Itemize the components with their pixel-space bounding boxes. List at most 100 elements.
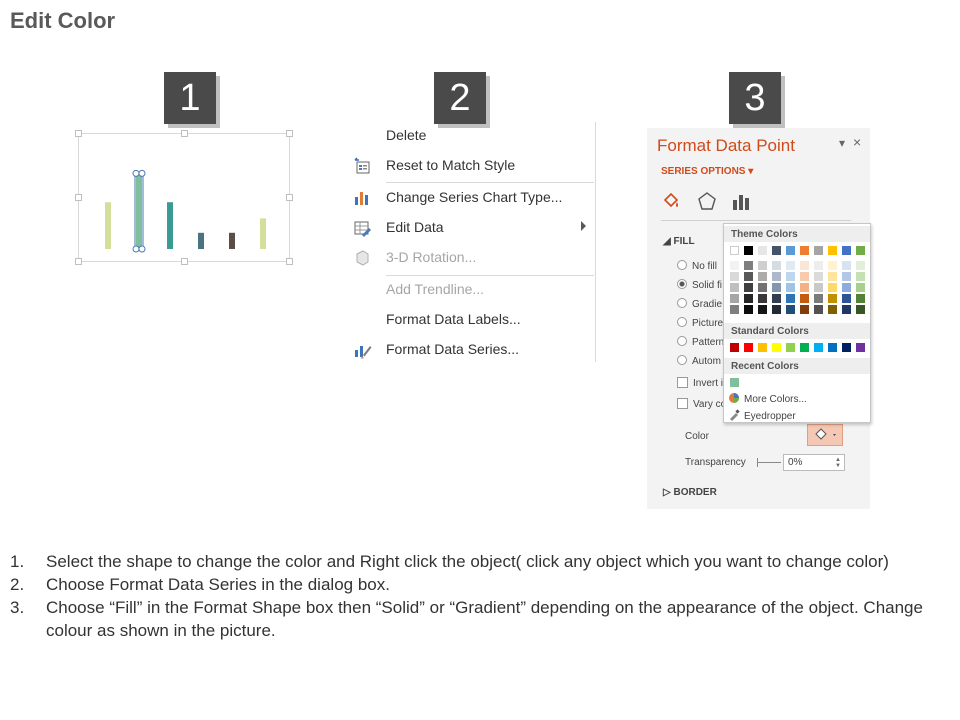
chart-bar[interactable]	[136, 173, 142, 249]
menu-item-format-data-labels[interactable]: Format Data Labels...	[348, 306, 594, 334]
color-swatch[interactable]	[828, 246, 837, 255]
selection-handle[interactable]	[138, 245, 146, 253]
color-swatch[interactable]	[842, 305, 851, 314]
color-swatch[interactable]	[744, 261, 753, 270]
color-swatch[interactable]	[800, 283, 809, 292]
color-swatch[interactable]	[856, 283, 865, 292]
color-swatch[interactable]	[828, 305, 837, 314]
vary-colors-checkbox[interactable]: Vary co	[677, 398, 726, 410]
color-swatch[interactable]	[800, 272, 809, 281]
color-swatch[interactable]	[814, 343, 823, 352]
selection-handle[interactable]	[138, 169, 146, 177]
pane-options-dropdown-icon[interactable]: ▾	[839, 136, 845, 150]
effects-tab-icon[interactable]	[695, 190, 719, 214]
color-swatch[interactable]	[744, 246, 753, 255]
close-icon[interactable]: ×	[853, 134, 861, 150]
color-swatch[interactable]	[814, 305, 823, 314]
color-swatch[interactable]	[800, 305, 809, 314]
chart-bar[interactable]	[198, 232, 204, 249]
spin-arrows-icon[interactable]: ▲ ▼	[835, 457, 841, 469]
fill-color-button[interactable]	[807, 424, 843, 446]
color-swatch[interactable]	[758, 246, 767, 255]
menu-item-edit-data[interactable]: Edit Data	[348, 214, 594, 242]
menu-item-delete[interactable]: Delete	[348, 122, 594, 150]
color-swatch[interactable]	[772, 246, 781, 255]
color-swatch[interactable]	[730, 378, 739, 387]
color-swatch[interactable]	[828, 272, 837, 281]
more-colors-link[interactable]: More Colors...	[728, 392, 807, 405]
color-swatch[interactable]	[772, 283, 781, 292]
color-swatch[interactable]	[856, 261, 865, 270]
color-swatch[interactable]	[800, 343, 809, 352]
color-swatch[interactable]	[800, 294, 809, 303]
color-swatch[interactable]	[828, 283, 837, 292]
color-swatch[interactable]	[758, 305, 767, 314]
color-swatch[interactable]	[758, 343, 767, 352]
menu-item-reset-style[interactable]: Reset to Match Style	[348, 152, 594, 180]
color-swatch[interactable]	[814, 261, 823, 270]
selected-chart-area[interactable]	[75, 130, 293, 265]
color-swatch[interactable]	[786, 305, 795, 314]
color-swatch[interactable]	[786, 343, 795, 352]
fill-option-picture[interactable]: Picture	[677, 317, 723, 329]
color-swatch[interactable]	[772, 305, 781, 314]
color-swatch[interactable]	[758, 294, 767, 303]
chart-bar[interactable]	[229, 232, 235, 249]
color-swatch[interactable]	[758, 272, 767, 281]
color-swatch[interactable]	[856, 305, 865, 314]
color-swatch[interactable]	[772, 343, 781, 352]
color-swatch[interactable]	[786, 283, 795, 292]
transparency-slider[interactable]	[757, 462, 781, 463]
series-options-tab-icon[interactable]	[729, 190, 753, 214]
fill-option-pattern[interactable]: Pattern	[677, 336, 724, 348]
color-swatch[interactable]	[842, 294, 851, 303]
color-swatch[interactable]	[842, 272, 851, 281]
color-swatch[interactable]	[856, 294, 865, 303]
color-swatch[interactable]	[828, 261, 837, 270]
selection-handle[interactable]	[132, 245, 140, 253]
transparency-input[interactable]: 0% ▲ ▼	[783, 454, 845, 471]
color-swatch[interactable]	[814, 246, 823, 255]
color-swatch[interactable]	[786, 261, 795, 270]
color-swatch[interactable]	[758, 261, 767, 270]
chart-bar[interactable]	[105, 202, 111, 249]
color-swatch[interactable]	[856, 246, 865, 255]
color-swatch[interactable]	[842, 343, 851, 352]
color-swatch[interactable]	[772, 261, 781, 270]
invert-if-negative-checkbox[interactable]: Invert i	[677, 377, 723, 389]
fill-section-header[interactable]: ◢ FILL	[663, 236, 695, 247]
color-swatch[interactable]	[800, 261, 809, 270]
color-swatch[interactable]	[786, 246, 795, 255]
fill-option-no-fill[interactable]: No fill	[677, 260, 717, 272]
color-swatch[interactable]	[786, 294, 795, 303]
color-swatch[interactable]	[730, 343, 739, 352]
color-swatch[interactable]	[814, 272, 823, 281]
color-swatch[interactable]	[842, 261, 851, 270]
color-swatch[interactable]	[842, 246, 851, 255]
color-swatch[interactable]	[758, 283, 767, 292]
color-swatch[interactable]	[730, 261, 739, 270]
color-swatch[interactable]	[814, 283, 823, 292]
selection-handle[interactable]	[132, 169, 140, 177]
color-swatch[interactable]	[786, 272, 795, 281]
fill-line-tab-icon[interactable]	[659, 190, 683, 214]
color-swatch[interactable]	[730, 283, 739, 292]
color-swatch[interactable]	[814, 294, 823, 303]
fill-option-automatic[interactable]: Autom	[677, 355, 721, 367]
color-swatch[interactable]	[772, 294, 781, 303]
chart-bar[interactable]	[260, 218, 266, 249]
fill-option-gradient[interactable]: Gradie	[677, 298, 722, 310]
color-swatch[interactable]	[828, 343, 837, 352]
color-swatch[interactable]	[744, 294, 753, 303]
color-swatch[interactable]	[744, 272, 753, 281]
eyedropper-link[interactable]: Eyedropper	[728, 409, 796, 422]
color-swatch[interactable]	[856, 343, 865, 352]
menu-item-change-chart-type[interactable]: Change Series Chart Type...	[348, 184, 594, 212]
chart-bar[interactable]	[167, 202, 173, 249]
color-swatch[interactable]	[730, 246, 739, 255]
color-swatch[interactable]	[856, 272, 865, 281]
color-swatch[interactable]	[828, 294, 837, 303]
color-swatch[interactable]	[730, 305, 739, 314]
color-swatch[interactable]	[730, 294, 739, 303]
color-swatch[interactable]	[842, 283, 851, 292]
